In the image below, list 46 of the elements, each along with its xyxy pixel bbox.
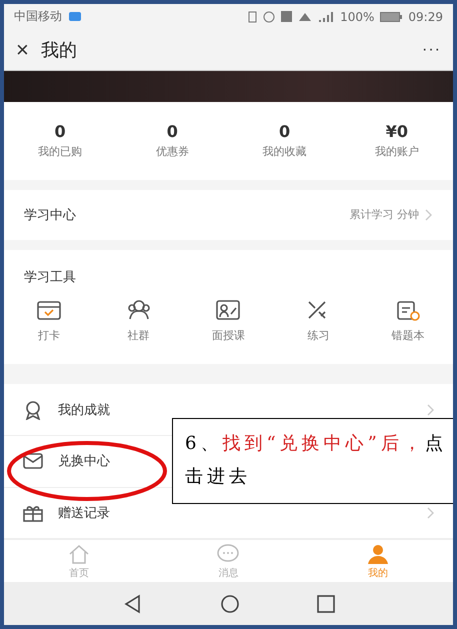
study-center-row[interactable]: 学习中心 累计学习 分钟	[4, 190, 453, 240]
person-icon	[366, 542, 390, 565]
tab[interactable]: 我的	[303, 540, 453, 582]
vibrate-icon	[248, 10, 258, 23]
battery-percent: 100%	[340, 10, 374, 24]
home-circle-icon[interactable]	[220, 594, 240, 614]
study-time: 累计学习 分钟	[350, 207, 419, 222]
carrier: 中国移动	[14, 8, 62, 26]
stat-label[interactable]: 优惠券	[156, 144, 189, 160]
alarm-icon	[263, 10, 276, 23]
envelope-icon	[22, 451, 44, 472]
tab[interactable]: 消息	[154, 540, 304, 582]
tool-button[interactable]: 练习	[273, 298, 364, 343]
chevron-icon	[425, 208, 433, 221]
signal-icon	[318, 10, 334, 23]
more-button[interactable]: ···	[422, 40, 441, 59]
stat-label[interactable]: 我的已购	[38, 144, 82, 160]
stat-label[interactable]: 我的收藏	[262, 144, 307, 160]
row-title: 学习中心	[24, 206, 76, 224]
tool-button[interactable]: 错题本	[363, 298, 453, 343]
whiteboard-icon	[215, 298, 242, 322]
stat-label[interactable]: 我的账户	[374, 144, 419, 160]
tab[interactable]: 首页	[4, 540, 154, 582]
stat-value: 0	[54, 122, 66, 142]
tool-button[interactable]: 打卡	[4, 298, 94, 343]
home-icon	[66, 542, 91, 565]
recents-icon[interactable]	[316, 594, 334, 613]
clock: 09:29	[408, 10, 443, 24]
stat-value: ¥0	[386, 122, 408, 142]
battery-icon	[380, 12, 402, 22]
menu-item[interactable]: 我的成就	[58, 400, 110, 419]
stat-value: 0	[279, 122, 290, 142]
tool-button[interactable]: 社群	[94, 298, 184, 343]
menu-item[interactable]: 赠送记录	[58, 504, 110, 522]
tool-button[interactable]: 面授课	[184, 298, 274, 343]
menu-item[interactable]: 兑换中心	[58, 452, 110, 470]
stat-value: 0	[166, 122, 178, 142]
back-icon[interactable]	[122, 594, 142, 614]
wifi-icon	[298, 12, 312, 22]
page-title: 我的	[40, 38, 78, 62]
instruction-text: 6、找到“兑换中心”后，点击进去	[185, 432, 448, 489]
app-icon	[68, 11, 82, 22]
close-button[interactable]: ×	[16, 38, 29, 61]
section-title: 学习工具	[24, 270, 76, 285]
hd-icon	[281, 11, 292, 22]
group-icon	[126, 298, 152, 322]
